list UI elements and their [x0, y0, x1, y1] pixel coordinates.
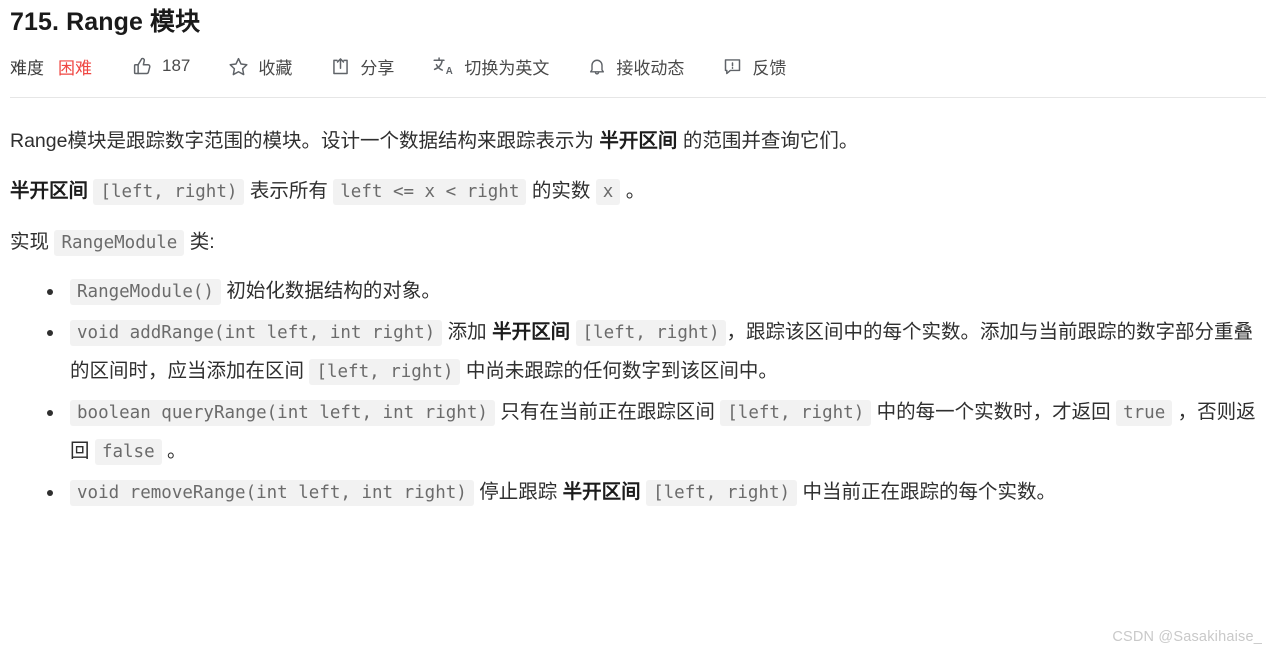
method-list: RangeModule() 初始化数据结构的对象。 void addRange(…	[10, 272, 1266, 512]
code-false: false	[94, 439, 162, 465]
difficulty-group: 难度 困难	[10, 54, 92, 79]
add-range-text-1: 添加	[447, 321, 493, 343]
code-query-range-interval: [left, right)	[720, 400, 872, 426]
query-range-text-2: 中的每一个实数时，才返回	[876, 401, 1111, 423]
code-query-range-signature: boolean queryRange(int left, int right)	[70, 400, 495, 426]
share-icon	[330, 56, 351, 77]
favorite-button[interactable]: 收藏	[228, 54, 292, 79]
implement-text-2: 类:	[189, 231, 215, 253]
add-range-bold-1: 半开区间	[492, 321, 571, 343]
favorite-label: 收藏	[258, 58, 293, 78]
bell-icon	[587, 56, 607, 77]
remove-range-text-2: 中当前正在跟踪的每个实数。	[802, 481, 1057, 503]
subscribe-button[interactable]: 接收动态	[587, 54, 684, 79]
bullet-add-range: void addRange(int left, int right) 添加 半开…	[47, 313, 1266, 391]
watermark: CSDN @Sasakihaise_	[1112, 629, 1262, 645]
code-x: x	[595, 179, 621, 205]
star-icon	[228, 56, 249, 77]
feedback-label: 反馈	[752, 58, 787, 78]
action-toolbar: 难度 困难 187 收藏 分享 A 切换为英文 接收动态 反馈	[10, 43, 1266, 89]
definition-text-1: 表示所有	[249, 180, 328, 202]
code-class-name: RangeModule	[54, 230, 185, 256]
paragraph-definition: 半开区间 [left, right) 表示所有 left <= x < righ…	[10, 172, 1266, 211]
definition-text-2: 的实数	[531, 180, 591, 202]
code-inequality: left <= x < right	[333, 179, 527, 205]
bullet-query-range: boolean queryRange(int left, int right) …	[47, 393, 1266, 471]
code-interval-1: [left, right)	[93, 179, 245, 205]
share-button[interactable]: 分享	[330, 54, 394, 79]
definition-text-3: 。	[625, 180, 646, 202]
paragraph-intro: Range模块是跟踪数字范围的模块。设计一个数据结构来跟踪表示为 半开区间 的范…	[10, 122, 1266, 160]
svg-text:A: A	[446, 66, 453, 77]
code-add-range-signature: void addRange(int left, int right)	[70, 320, 443, 346]
code-remove-range-signature: void removeRange(int left, int right)	[70, 480, 474, 506]
thumbs-up-icon	[132, 56, 153, 77]
difficulty-value: 困难	[58, 58, 92, 78]
code-remove-range-interval: [left, right)	[646, 480, 798, 506]
intro-text-2: 的范围并查询它们。	[677, 130, 859, 152]
feedback-icon	[722, 56, 743, 77]
intro-text-1: Range模块是跟踪数字范围的模块。设计一个数据结构来跟踪表示为	[10, 130, 600, 152]
remove-range-text-1: 停止跟踪	[479, 481, 563, 503]
feedback-button[interactable]: 反馈	[722, 54, 786, 79]
paragraph-implement: 实现 RangeModule 类:	[10, 223, 1266, 262]
constructor-text: 初始化数据结构的对象。	[226, 280, 441, 302]
code-true: true	[1116, 400, 1173, 426]
page-title: 715. Range 模块	[10, 8, 201, 36]
share-label: 分享	[360, 58, 395, 78]
bullet-remove-range: void removeRange(int left, int right) 停止…	[47, 473, 1266, 512]
code-add-range-interval-2: [left, right)	[309, 359, 461, 385]
like-button[interactable]: 187	[132, 56, 190, 77]
problem-description: Range模块是跟踪数字范围的模块。设计一个数据结构来跟踪表示为 半开区间 的范…	[10, 98, 1266, 512]
code-add-range-interval-1: [left, right)	[575, 320, 727, 346]
definition-bold-1: 半开区间	[10, 180, 89, 202]
translate-label: 切换为英文	[464, 58, 550, 78]
query-range-text-4: 。	[167, 440, 187, 462]
difficulty-label: 难度	[10, 58, 44, 78]
code-constructor: RangeModule()	[70, 279, 221, 305]
bullet-constructor: RangeModule() 初始化数据结构的对象。	[47, 272, 1266, 311]
translate-button[interactable]: A 切换为英文	[432, 54, 549, 79]
translate-icon: A	[432, 55, 455, 77]
like-count: 187	[162, 56, 191, 75]
subscribe-label: 接收动态	[616, 58, 685, 78]
remove-range-bold-1: 半开区间	[562, 481, 641, 503]
query-range-text-1: 只有在当前正在跟踪区间	[500, 401, 715, 423]
problem-page: 715. Range 模块 难度 困难 187 收藏 分享 A 切换为英文 接收…	[0, 7, 1276, 649]
add-range-text-3: 中尚未跟踪的任何数字到该区间中。	[465, 360, 778, 382]
intro-bold-1: 半开区间	[599, 130, 678, 152]
implement-text-1: 实现	[10, 231, 50, 253]
